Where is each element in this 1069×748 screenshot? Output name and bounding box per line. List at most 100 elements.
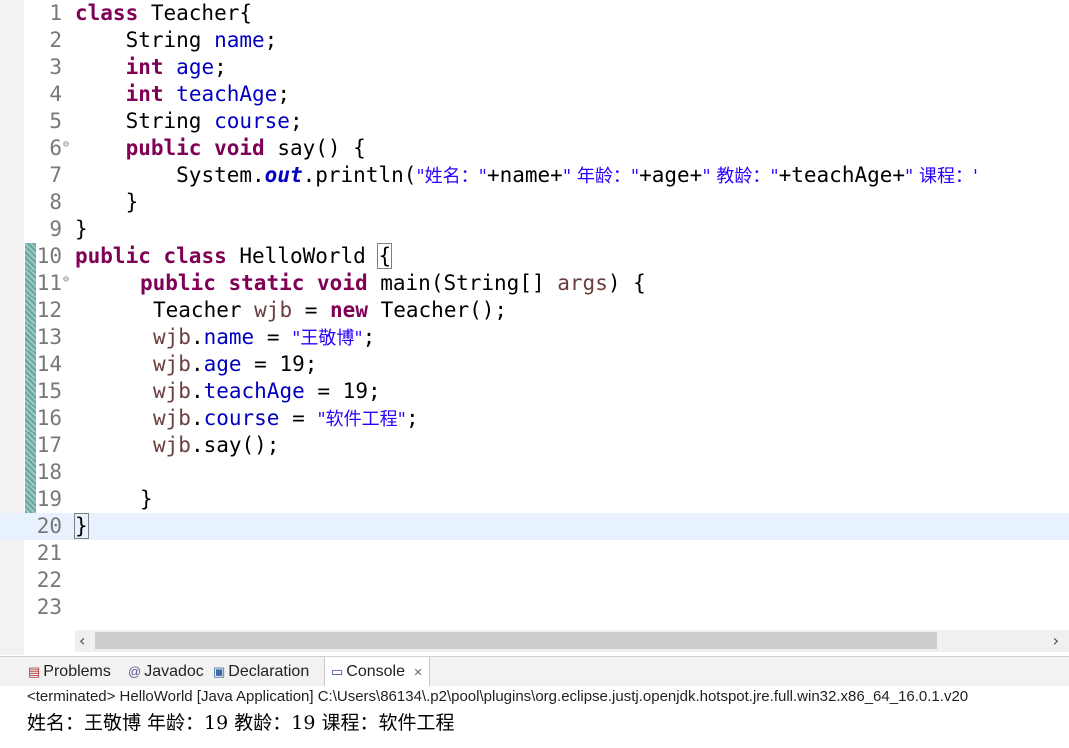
- variable: wjb: [153, 352, 191, 376]
- code-text: main(String[]: [367, 271, 558, 295]
- line-number: 2: [49, 28, 62, 52]
- line-number: 19: [36, 487, 62, 511]
- horizontal-scrollbar[interactable]: ‹ ›: [75, 630, 1069, 652]
- variable: wjb: [153, 325, 191, 349]
- field-name: name: [203, 325, 255, 349]
- code-line[interactable]: 6 ⊖ public void say() {: [0, 135, 1069, 162]
- code-text: ;: [214, 55, 227, 79]
- line-number: 13: [36, 325, 62, 349]
- field-name: course: [203, 406, 280, 430]
- code-text: ;: [362, 325, 376, 349]
- scrollbar-thumb[interactable]: [95, 632, 937, 649]
- tab-problems[interactable]: ▤ Problems: [28, 657, 111, 687]
- keyword: void: [214, 136, 265, 160]
- code-line[interactable]: 9 }: [0, 216, 1069, 243]
- line-number: 17: [36, 433, 62, 457]
- code-line[interactable]: 17 wjb.say();: [0, 432, 1069, 459]
- line-number: 12: [36, 298, 62, 322]
- code-text: .: [190, 379, 204, 403]
- code-line[interactable]: 13 wjb.name = "王敬博";: [0, 324, 1069, 351]
- field-name: course: [214, 109, 290, 133]
- keyword: int: [125, 55, 164, 79]
- code-text: }: [125, 190, 139, 214]
- code-text: = 19;: [304, 379, 381, 403]
- type-name: String: [125, 28, 202, 52]
- javadoc-icon: @: [128, 664, 142, 679]
- code-line[interactable]: 12 Teacher wjb = new Teacher();: [0, 297, 1069, 324]
- code-text: +name+: [486, 163, 563, 187]
- variable: wjb: [254, 298, 293, 322]
- code-text: say() {: [264, 136, 366, 160]
- line-number: 23: [36, 595, 62, 619]
- field-name: teachAge: [203, 379, 305, 403]
- tab-declaration[interactable]: ▣ Declaration: [213, 657, 309, 687]
- line-number: 8: [49, 190, 62, 214]
- fold-toggle-icon[interactable]: ⊖: [63, 135, 69, 155]
- code-text: }: [75, 217, 88, 241]
- line-number: 22: [36, 568, 62, 592]
- code-line[interactable]: 4 int teachAge;: [0, 81, 1069, 108]
- keyword: class: [163, 244, 227, 268]
- string-literal: "软件工程": [317, 409, 406, 430]
- field-name: age: [203, 352, 242, 376]
- code-text: =: [254, 325, 293, 349]
- tab-label: Javadoc: [144, 663, 204, 680]
- code-text: Teacher();: [367, 298, 508, 322]
- line-number: 15: [36, 379, 62, 403]
- fold-toggle-icon[interactable]: ⊖: [63, 270, 69, 290]
- code-line[interactable]: 11 ⊖ public static void main(String[] ar…: [0, 270, 1069, 297]
- problems-icon: ▤: [28, 664, 41, 679]
- code-line-current[interactable]: 20 }: [0, 513, 1069, 540]
- code-line[interactable]: 21: [0, 540, 1069, 567]
- code-text: ;: [289, 109, 303, 133]
- code-line[interactable]: 23: [0, 594, 1069, 621]
- bottom-view-tabs: ▤ Problems @ Javadoc ▣ Declaration ▭ Console…: [0, 656, 1069, 687]
- code-editor[interactable]: 1 class Teacher{ 2 String name; 3 int ag…: [0, 0, 1069, 655]
- code-line[interactable]: 10 public class HelloWorld {: [0, 243, 1069, 270]
- line-number: 1: [49, 1, 62, 25]
- code-line[interactable]: 22: [0, 567, 1069, 594]
- code-line[interactable]: 8 }: [0, 189, 1069, 216]
- line-number: 9: [49, 217, 62, 241]
- code-line[interactable]: 15 wjb.teachAge = 19;: [0, 378, 1069, 405]
- code-line[interactable]: 16 wjb.course = "软件工程";: [0, 405, 1069, 432]
- keyword: public: [75, 244, 151, 268]
- variable: wjb: [153, 406, 191, 430]
- line-number: 21: [36, 541, 62, 565]
- code-line[interactable]: 1 class Teacher{: [0, 0, 1069, 27]
- code-line[interactable]: 14 wjb.age = 19;: [0, 351, 1069, 378]
- line-number: 20: [36, 514, 62, 538]
- code-text: .say();: [190, 433, 280, 457]
- code-line[interactable]: 18: [0, 459, 1069, 486]
- keyword: public: [140, 271, 216, 295]
- code-line[interactable]: 2 String name;: [0, 27, 1069, 54]
- variable: args: [557, 271, 608, 295]
- console-output: 姓名：王敬博 年龄：19 教龄：19 课程：软件工程: [27, 712, 455, 734]
- keyword: static: [228, 271, 305, 295]
- tab-javadoc[interactable]: @ Javadoc: [128, 657, 204, 687]
- line-number: 10: [36, 244, 62, 268]
- scroll-right-icon[interactable]: ›: [1053, 630, 1059, 652]
- field-name: age: [176, 55, 215, 79]
- code-text: .: [190, 352, 204, 376]
- code-text: }: [140, 487, 153, 511]
- tab-label: Problems: [43, 663, 111, 680]
- static-field: out: [264, 163, 303, 187]
- close-icon[interactable]: ✕: [413, 667, 422, 679]
- keyword: new: [330, 298, 368, 322]
- keyword: void: [317, 271, 368, 295]
- line-number: 5: [49, 109, 62, 133]
- string-literal: "姓名：": [416, 166, 487, 187]
- string-literal: " 年龄：": [562, 166, 640, 187]
- code-line[interactable]: 19 }: [0, 486, 1069, 513]
- field-name: teachAge: [176, 82, 278, 106]
- code-line[interactable]: 5 String course;: [0, 108, 1069, 135]
- variable: wjb: [153, 433, 191, 457]
- code-text: System.: [176, 163, 265, 187]
- tab-console[interactable]: ▭ Console ✕: [324, 657, 430, 687]
- scroll-left-icon[interactable]: ‹: [79, 630, 85, 652]
- code-line[interactable]: 3 int age;: [0, 54, 1069, 81]
- line-number: 11: [36, 271, 62, 295]
- line-number: 14: [36, 352, 62, 376]
- code-line[interactable]: 7 System.out.println("姓名："+name+" 年龄："+a…: [0, 162, 1069, 189]
